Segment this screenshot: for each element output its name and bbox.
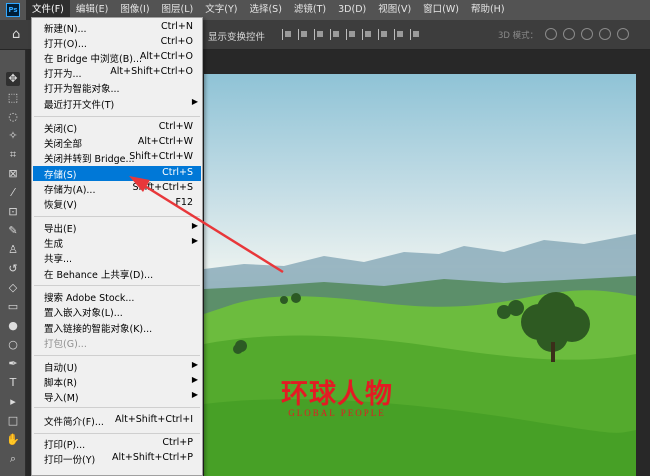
annotation-arrow (129, 176, 284, 274)
arrow-head-icon (129, 176, 150, 192)
arrow-shaft (139, 181, 284, 274)
